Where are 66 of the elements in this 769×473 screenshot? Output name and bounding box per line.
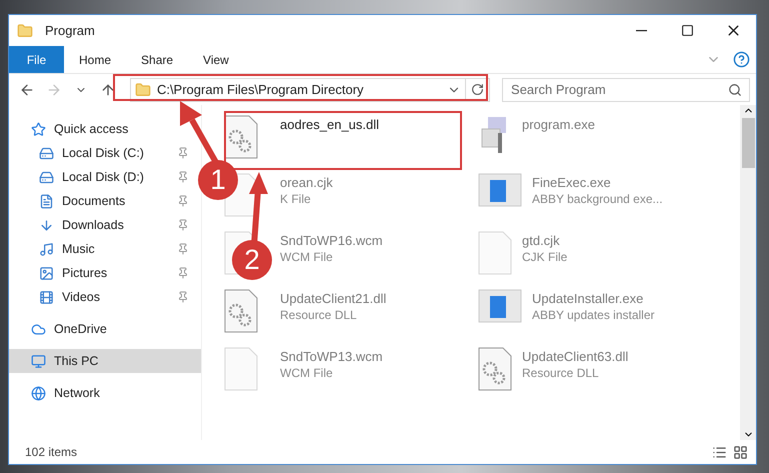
search-icon: [728, 82, 742, 96]
folder-icon: [134, 82, 151, 98]
scrollbar[interactable]: [740, 105, 756, 440]
maximize-icon: [680, 24, 694, 37]
nav-icon: [31, 386, 46, 400]
window-title: Program: [45, 23, 95, 38]
tiles-view-icon[interactable]: [733, 444, 748, 460]
ribbon-tab[interactable]: Share: [126, 46, 188, 73]
file-type: Resource DLL: [522, 366, 600, 380]
file-name[interactable]: orean.cjk: [280, 175, 333, 190]
nav-icon: [31, 354, 46, 368]
search-field[interactable]: Search Program: [502, 78, 750, 102]
file-name[interactable]: gtd.cjk: [522, 233, 568, 248]
file-type: Resource DLL: [280, 308, 358, 322]
file-type: K File: [280, 192, 312, 206]
file-type: ABBY background exe...: [532, 192, 663, 206]
nav-icon: [39, 170, 54, 184]
sidebar-item[interactable]: OneDrive: [9, 317, 201, 341]
file-name[interactable]: SndToWP13.wcm: [280, 349, 383, 364]
refresh-icon: [471, 83, 484, 96]
app-window-icon: [478, 289, 522, 323]
file-type: WCM File: [280, 250, 334, 264]
nav-icon: [39, 266, 54, 280]
help-icon[interactable]: [733, 51, 750, 68]
sidebar-item[interactable]: Pictures: [9, 261, 201, 285]
sidebar-item[interactable]: Downloads: [9, 213, 201, 237]
ribbon-tab[interactable]: Home: [64, 46, 126, 73]
blank-file-icon: [478, 231, 512, 275]
nav-icon: [31, 322, 46, 336]
nav-icon: [39, 146, 54, 160]
file-name[interactable]: FineExec.exe: [532, 175, 663, 190]
sidebar-item[interactable]: Quick access: [9, 117, 201, 141]
file-type: ABBY updates installer: [532, 308, 655, 322]
gear-file-icon: [224, 115, 258, 159]
sidebar-item[interactable]: Documents: [9, 189, 201, 213]
nav-icon: [39, 242, 54, 256]
nav-icon: [39, 290, 54, 304]
file-name[interactable]: aodres_en_us.dll: [280, 117, 380, 132]
sidebar-item[interactable]: Music: [9, 237, 201, 261]
gear-file-icon: [478, 347, 512, 391]
file-type: WCM File: [280, 366, 334, 380]
forward-arrow-icon: [46, 82, 62, 98]
details-view-icon[interactable]: [712, 444, 727, 460]
file-name[interactable]: program.exe: [522, 117, 595, 132]
sidebar-item[interactable]: Local Disk (D:): [9, 165, 201, 189]
nav-icon: [39, 194, 54, 208]
sidebar-item[interactable]: Local Disk (C:): [9, 141, 201, 165]
sidebar-item[interactable]: Videos: [9, 285, 201, 309]
folder-icon: [17, 22, 33, 38]
file-name[interactable]: UpdateClient21.dll: [280, 291, 386, 306]
item-count: 102 items: [25, 445, 78, 459]
file-name[interactable]: UpdateInstaller.exe: [532, 291, 655, 306]
app-window-icon: [478, 173, 522, 207]
gear-file-icon: [224, 289, 258, 333]
file-name[interactable]: SndToWP16.wcm: [280, 233, 383, 248]
file-name[interactable]: UpdateClient63.dll: [522, 349, 628, 364]
sidebar-item[interactable]: Network: [9, 381, 201, 405]
file-type: CJK File: [522, 250, 568, 264]
nav-icon: [31, 122, 46, 136]
minimize-icon: [636, 30, 646, 32]
scroll-thumb[interactable]: [742, 118, 754, 168]
ribbon-tab[interactable]: View: [188, 46, 244, 73]
address-bar[interactable]: C:\Program Files\Program Directory: [130, 78, 490, 102]
sidebar-item[interactable]: This PC: [9, 349, 201, 373]
nav-icon: [39, 218, 54, 232]
blank-file-icon: [224, 347, 258, 391]
